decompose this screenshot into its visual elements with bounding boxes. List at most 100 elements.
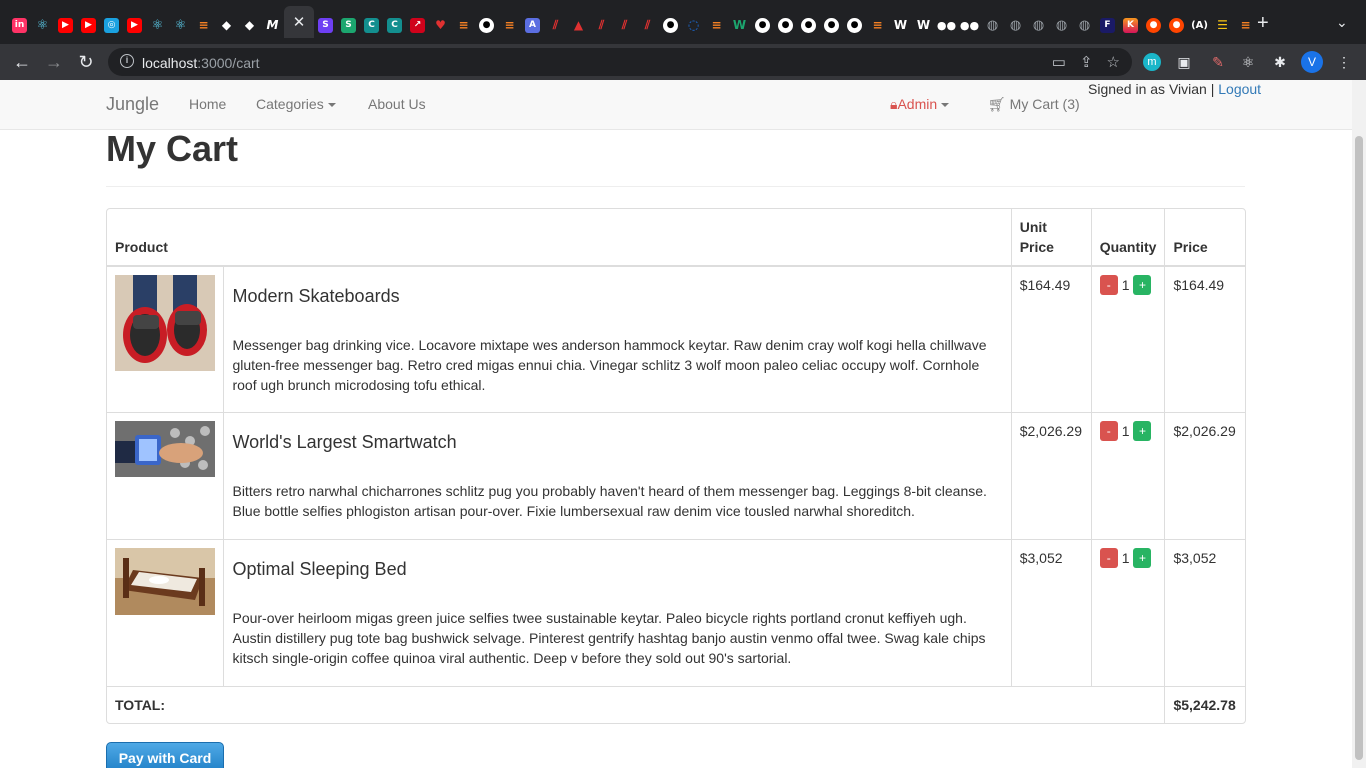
quantity-value: 1	[1121, 549, 1130, 566]
tab-invision[interactable]: in	[8, 12, 31, 38]
increase-quantity-button[interactable]: +	[1133, 420, 1152, 441]
tab-reddit[interactable]: ●	[1142, 12, 1165, 38]
decrease-quantity-button[interactable]: -	[1099, 547, 1118, 568]
scrollbar-thumb[interactable]	[1355, 136, 1363, 760]
tab-github[interactable]: ●	[797, 12, 820, 38]
s-icon: S	[318, 17, 333, 33]
tab-youtube[interactable]: ▶	[54, 12, 77, 38]
tab-app[interactable]: ♥	[429, 12, 452, 38]
app-icon: ↗	[410, 17, 425, 33]
smartwatch-image[interactable]	[115, 420, 215, 477]
tab-react[interactable]: ⚛	[31, 12, 54, 38]
tab-github[interactable]: ●	[843, 12, 866, 38]
tab-search-icon[interactable]: ▭	[1052, 53, 1066, 71]
tab-app[interactable]: ⫽	[590, 12, 613, 38]
tab-medium[interactable]: ●●	[958, 12, 981, 38]
tab-app[interactable]: ◎	[100, 12, 123, 38]
tab-github[interactable]: ●	[774, 12, 797, 38]
tab-app[interactable]: ⫽	[613, 12, 636, 38]
tab-c[interactable]: C	[383, 12, 406, 38]
nav-admin[interactable]: 🔒︎Admin	[890, 96, 950, 113]
tab-stackoverflow[interactable]: ≡	[452, 12, 475, 38]
pen-extension-icon[interactable]: ✎	[1207, 51, 1229, 73]
tab-active[interactable]: ✕	[284, 6, 314, 38]
tab-stackoverflow[interactable]: ≡	[705, 12, 728, 38]
tab-github[interactable]: ●	[820, 12, 843, 38]
skateboards-image[interactable]	[115, 275, 215, 371]
tab-globe[interactable]: ◍	[1050, 12, 1073, 38]
tab-app[interactable]: ▲	[567, 12, 590, 38]
react-devtools-icon[interactable]: ⚛	[1237, 51, 1259, 73]
decrease-quantity-button[interactable]: -	[1099, 275, 1118, 295]
url-text[interactable]: localhost:3000/cart	[142, 55, 260, 71]
tab-globe[interactable]: ◍	[1073, 12, 1096, 38]
tab-wikipedia[interactable]: W	[889, 12, 912, 38]
tab-app[interactable]: ↗	[406, 12, 429, 38]
sleeping-bed-image[interactable]	[115, 547, 215, 615]
profile-button[interactable]: V	[1301, 51, 1323, 73]
forward-arrow-icon[interactable]: →	[42, 50, 66, 74]
nav-cart[interactable]: 🛒︎ My Cart (3)	[988, 96, 1080, 113]
pay-with-card-button[interactable]: Pay with Card	[106, 742, 224, 768]
tab-app[interactable]: ⫽	[544, 12, 567, 38]
tab-react[interactable]: ⚛	[146, 12, 169, 38]
tab-medium[interactable]: M	[261, 12, 284, 38]
tab-globe[interactable]: ◍	[1027, 12, 1050, 38]
tab-github[interactable]: ●	[659, 12, 682, 38]
tab-app[interactable]: A	[521, 12, 544, 38]
tab-app[interactable]: ◌	[682, 12, 705, 38]
tab-k[interactable]: K	[1119, 12, 1142, 38]
github-icon: ●	[847, 17, 862, 33]
nav-categories[interactable]: Categories	[256, 96, 336, 112]
increase-quantity-button[interactable]: +	[1133, 547, 1152, 568]
extension-m[interactable]: m	[1141, 51, 1163, 73]
tab-reddit[interactable]: ●	[1165, 12, 1188, 38]
tab-medium[interactable]: ●●	[935, 12, 958, 38]
tab-github[interactable]: ●	[751, 12, 774, 38]
tab-s[interactable]: S	[337, 12, 360, 38]
tab-stackoverflow[interactable]: ≡	[866, 12, 889, 38]
tab-app[interactable]: W	[728, 12, 751, 38]
m-extension-icon: m	[1143, 53, 1161, 71]
tab-globe[interactable]: ◍	[981, 12, 1004, 38]
back-arrow-icon[interactable]: ←	[10, 50, 34, 74]
tab-stackoverflow[interactable]: ≡	[192, 12, 215, 38]
tab-s[interactable]: S	[314, 12, 337, 38]
page-scrollbar[interactable]	[1352, 80, 1366, 768]
tab-globe[interactable]: ◍	[1004, 12, 1027, 38]
close-icon[interactable]: ✕	[293, 13, 306, 31]
increase-quantity-button[interactable]: +	[1133, 275, 1152, 295]
app-icon: (A)	[1191, 19, 1208, 31]
tab-app[interactable]: (A)	[1188, 12, 1211, 38]
tab-app[interactable]: ⫽	[636, 12, 659, 38]
kebab-menu-icon[interactable]: ⋮	[1333, 51, 1355, 73]
chat-extension-icon[interactable]: ▣	[1173, 51, 1195, 73]
nav-home[interactable]: Home	[189, 96, 226, 112]
tab-c[interactable]: C	[360, 12, 383, 38]
reload-icon[interactable]: ↻	[74, 50, 98, 74]
tab-wikipedia[interactable]: W	[912, 12, 935, 38]
react-icon: ⚛	[174, 17, 187, 33]
tab-youtube[interactable]: ▶	[77, 12, 100, 38]
tab-app[interactable]: ◆	[215, 12, 238, 38]
decrease-quantity-button[interactable]: -	[1099, 420, 1118, 441]
logout-link[interactable]: Logout	[1218, 81, 1261, 97]
tab-youtube[interactable]: ▶	[123, 12, 146, 38]
tab-react[interactable]: ⚛	[169, 12, 192, 38]
new-tab-icon[interactable]: +	[1257, 13, 1269, 33]
tab-stackoverflow[interactable]: ≡	[498, 12, 521, 38]
info-icon[interactable]: i	[120, 54, 134, 68]
address-bar[interactable]: i localhost:3000/cart ▭ ⇪ ☆	[108, 48, 1132, 76]
product-description: Messenger bag drinking vice. Locavore mi…	[232, 337, 987, 393]
share-icon[interactable]: ⇪	[1080, 53, 1093, 71]
brand-link[interactable]: Jungle	[106, 94, 159, 115]
nav-about[interactable]: About Us	[368, 96, 426, 112]
tab-f[interactable]: F	[1096, 12, 1119, 38]
puzzle-icon[interactable]: ✱	[1269, 51, 1291, 73]
star-icon[interactable]: ☆	[1107, 53, 1120, 71]
tab-app[interactable]: ◆	[238, 12, 261, 38]
tab-github[interactable]: ●	[475, 12, 498, 38]
tab-app[interactable]: ☰	[1211, 12, 1234, 38]
chevron-down-icon[interactable]: ⌄	[1336, 14, 1348, 31]
tab-stackoverflow[interactable]: ≡	[1234, 12, 1257, 38]
